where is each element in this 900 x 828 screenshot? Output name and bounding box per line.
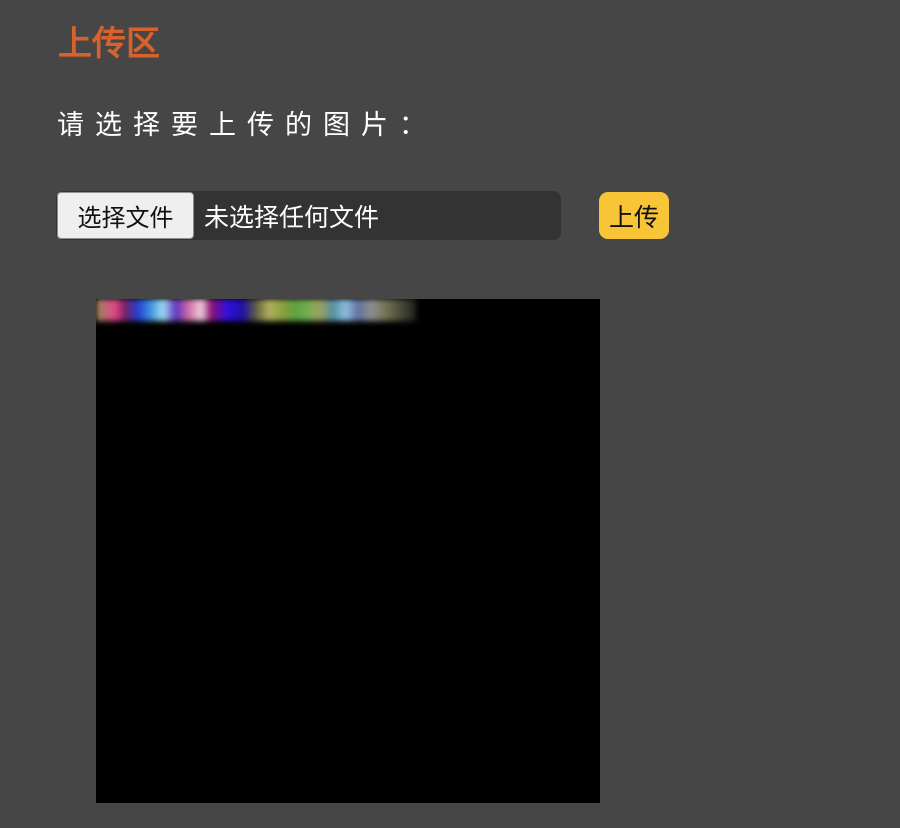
upload-button[interactable]: 上传: [599, 192, 669, 239]
preview-image-strip: [96, 299, 416, 321]
section-title: 上传区: [58, 24, 160, 64]
upload-prompt: 请选择要上传的图片：: [57, 110, 437, 141]
choose-file-button[interactable]: 选择文件: [57, 192, 194, 239]
upload-page: 上传区 请选择要上传的图片： 选择文件 未选择任何文件 上传: [0, 0, 900, 828]
image-preview: [96, 299, 600, 803]
file-status-text: 未选择任何文件: [204, 202, 380, 232]
file-input[interactable]: 选择文件 未选择任何文件: [56, 191, 561, 240]
